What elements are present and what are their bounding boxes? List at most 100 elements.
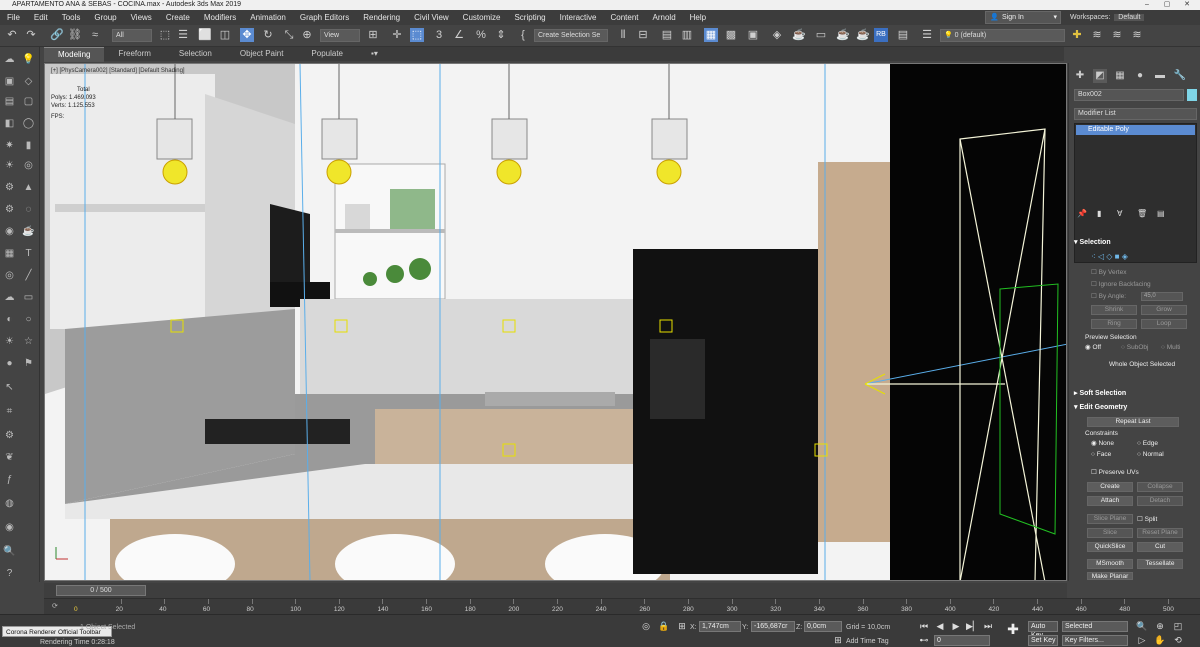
ribbon-options-icon[interactable]: ▪▾ — [357, 47, 392, 61]
schematic-view-icon[interactable]: ▣ — [746, 28, 760, 42]
menu-scripting[interactable]: Scripting — [507, 10, 552, 25]
layer-dropdown[interactable]: 💡 0 (default) — [940, 29, 1065, 42]
detach-button[interactable]: Detach — [1137, 496, 1183, 506]
render-iterative-icon[interactable]: ☕ — [856, 28, 870, 42]
star-icon[interactable]: ☆ — [22, 335, 35, 348]
corona-light-icon[interactable]: ☀ — [3, 335, 16, 348]
tube-icon[interactable]: ◎ — [22, 159, 35, 172]
percent-snap-icon[interactable]: % — [474, 28, 488, 42]
corona-render-icon[interactable]: ☁ — [3, 53, 16, 66]
slice-plane-button[interactable]: Slice Plane — [1087, 514, 1133, 524]
x-coordinate-field[interactable]: 1,747cm — [699, 621, 741, 632]
corona-leaf-icon[interactable]: ❦ — [3, 451, 16, 464]
remove-modifier-icon[interactable]: 🗑 — [1137, 209, 1147, 218]
y-coordinate-field[interactable]: -165,687cr — [751, 621, 795, 632]
render-setup-icon[interactable]: ☕ — [792, 28, 806, 42]
time-slider-handle[interactable]: 0 / 500 — [56, 585, 146, 596]
selection-lock-icon[interactable]: 🔒 — [658, 621, 670, 632]
toggle-ribbon-icon[interactable]: ▦ — [704, 28, 718, 42]
corona-search-icon[interactable]: 🔍 — [3, 545, 16, 558]
menu-modifiers[interactable]: Modifiers — [197, 10, 243, 25]
render-in-cloud-icon[interactable]: RB — [874, 28, 888, 42]
menu-edit[interactable]: Edit — [27, 10, 55, 25]
corona-sky-icon[interactable]: ☁ — [3, 291, 16, 304]
utilities-tab-icon[interactable]: 🔧 — [1173, 69, 1187, 83]
auto-key-button[interactable]: Auto Key — [1028, 621, 1058, 639]
key-selection-dropdown[interactable]: Selected — [1062, 621, 1128, 632]
shrink-button[interactable]: Shrink — [1091, 305, 1137, 315]
create-tab-icon[interactable]: ✚ — [1073, 69, 1087, 83]
display-tab-icon[interactable]: ▬ — [1153, 69, 1167, 83]
make-planar-button[interactable]: Make Planar — [1087, 572, 1133, 580]
scale-icon[interactable]: ⤡ — [282, 28, 296, 42]
time-slider[interactable]: 0 / 500 — [44, 583, 1067, 598]
corona-tools-icon[interactable]: ⚙ — [3, 181, 16, 194]
select-by-name-icon[interactable]: ☰ — [176, 28, 190, 42]
open-autodesk-a360-icon[interactable]: ▤ — [896, 28, 910, 42]
current-frame-field[interactable]: 0 — [934, 635, 990, 646]
zoom-all-icon[interactable]: ⊕ — [1154, 621, 1166, 632]
configure-modifier-sets-icon[interactable]: ▤ — [1157, 209, 1165, 218]
menu-create[interactable]: Create — [159, 10, 197, 25]
selection-rollout-title[interactable]: ▾ Selection — [1074, 238, 1197, 248]
rotate-icon[interactable]: ↻ — [261, 28, 275, 42]
corona-sphere-icon[interactable]: ● — [3, 357, 16, 370]
selection-filter-dropdown[interactable]: All — [112, 29, 152, 42]
close-button[interactable]: ✕ — [1180, 0, 1194, 10]
material-editor-icon[interactable]: ◈ — [770, 28, 784, 42]
workspace-selector[interactable]: Workspaces: Default — [1070, 11, 1196, 24]
box-icon[interactable]: ▢ — [22, 95, 35, 108]
camera-icon[interactable]: ⚑ — [22, 357, 35, 370]
curve-editor-icon[interactable]: ▩ — [724, 28, 738, 42]
track-bar[interactable]: ⟳ 0 20 40 60 80 100 120 140 160 180 200 220 240 260 2… — [44, 598, 1200, 614]
place-icon[interactable]: ⊕ — [300, 28, 314, 42]
text-icon[interactable]: T — [22, 247, 35, 260]
previous-frame-icon[interactable]: ◀ — [934, 621, 946, 632]
menu-customize[interactable]: Customize — [456, 10, 508, 25]
corona-converter-icon[interactable]: ⚙ — [3, 203, 16, 216]
pin-stack-icon[interactable]: 📌 — [1077, 209, 1087, 218]
play-icon[interactable]: ▶ — [950, 621, 962, 632]
corona-material-icon[interactable]: ◐ — [3, 313, 16, 326]
redo-icon[interactable]: ↷ — [24, 28, 38, 42]
spinner-snap-icon[interactable]: ⇕ — [494, 28, 508, 42]
slice-button[interactable]: Slice — [1087, 528, 1133, 538]
tab-modeling[interactable]: Modeling — [44, 46, 105, 62]
set-key-button[interactable]: Set Key — [1028, 635, 1058, 646]
tessellate-button[interactable]: Tessellate — [1137, 559, 1183, 569]
menu-arnold[interactable]: Arnold — [646, 10, 683, 25]
soft-selection-rollout-title[interactable]: ▸ Soft Selection — [1074, 389, 1197, 399]
z-coordinate-field[interactable]: 0,0cm — [804, 621, 842, 632]
edit-geometry-rollout-title[interactable]: ▾ Edit Geometry — [1074, 403, 1197, 413]
menu-rendering[interactable]: Rendering — [356, 10, 407, 25]
attach-button[interactable]: Attach — [1087, 496, 1133, 506]
rendered-frame-window-icon[interactable]: ▭ — [814, 28, 828, 42]
corona-sun-icon[interactable]: ☀ — [3, 159, 16, 172]
field-of-view-icon[interactable]: ▷ — [1136, 635, 1148, 646]
menu-interactive[interactable]: Interactive — [553, 10, 604, 25]
stack-item-editable-poly[interactable]: Editable Poly — [1076, 125, 1195, 135]
cut-button[interactable]: Cut — [1137, 542, 1183, 552]
workspace-value[interactable]: Default — [1114, 14, 1145, 21]
window-crossing-icon[interactable]: ◫ — [218, 28, 232, 42]
subobject-level-icons[interactable]: ⁖ ◁ ◇ ■ ◈ — [1091, 252, 1191, 262]
corona-fx-icon[interactable]: ƒ — [3, 473, 16, 486]
corona-light-lister-icon[interactable]: ✷ — [3, 139, 16, 152]
keyboard-shortcut-override-icon[interactable]: ⬚ — [410, 28, 424, 42]
next-frame-icon[interactable]: ▶▏ — [966, 621, 980, 632]
angle-snap-icon[interactable]: ∠ — [452, 28, 466, 42]
object-color-swatch[interactable] — [1187, 89, 1197, 101]
cone-icon[interactable]: ▲ — [22, 181, 35, 194]
corona-camera-icon[interactable]: ▣ — [3, 75, 16, 88]
go-to-end-icon[interactable]: ⏭ — [982, 621, 994, 632]
menu-graph-editors[interactable]: Graph Editors — [293, 10, 356, 25]
corona-pattern-icon[interactable]: ⌗ — [3, 405, 16, 418]
corona-globe-icon[interactable]: ◉ — [3, 521, 16, 534]
light-bulb-icon[interactable]: 💡 — [22, 53, 35, 66]
corona-help-icon[interactable]: ? — [3, 567, 16, 580]
reference-coordinate-dropdown[interactable]: View — [320, 29, 360, 42]
create-layer-icon[interactable]: ✚ — [1070, 28, 1084, 42]
key-mode-icon[interactable]: ⊷ — [918, 635, 930, 646]
layer-properties-icon[interactable]: ≋ — [1130, 28, 1144, 42]
pivot-center-icon[interactable]: ⊞ — [366, 28, 380, 42]
